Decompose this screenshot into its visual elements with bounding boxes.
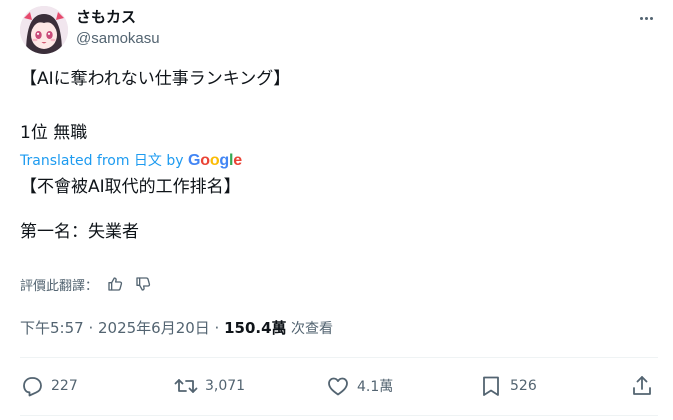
tweet-text-line: 1位 無職 xyxy=(20,123,88,143)
thumbs-down-icon xyxy=(136,277,151,291)
avatar[interactable] xyxy=(20,6,68,54)
tweet-meta: 下午5:57 · 2025年6月20日 · 150.4萬 次查看 xyxy=(20,318,333,339)
anime-girl-avatar-icon xyxy=(20,6,68,54)
bookmark-icon xyxy=(483,376,499,396)
action-bar: 227 3,071 4.1萬 526 xyxy=(20,370,660,402)
reply-button[interactable]: 227 xyxy=(20,370,78,402)
heart-icon xyxy=(328,377,348,396)
views-label: 次查看 xyxy=(286,321,334,337)
translated-text-line: 【不會被AI取代的工作排名】 xyxy=(20,177,241,197)
views-count: 150.4萬 xyxy=(224,319,287,337)
more-dot-icon xyxy=(649,16,653,20)
more-dot-icon xyxy=(639,16,643,20)
share-button[interactable] xyxy=(630,370,654,402)
reply-icon xyxy=(23,377,42,397)
share-icon xyxy=(633,376,651,395)
translated-text-line: 第一名：失業者 xyxy=(20,222,139,242)
google-logo: Google xyxy=(188,152,242,169)
divider xyxy=(20,357,658,358)
repost-button[interactable]: 3,071 xyxy=(174,370,245,402)
reply-count: 227 xyxy=(51,378,78,394)
translated-from-label: Translated from 日文 by xyxy=(20,153,184,169)
translation-attribution[interactable]: Translated from 日文 by Google xyxy=(20,152,242,170)
like-button[interactable]: 4.1萬 xyxy=(326,370,393,402)
like-count: 4.1萬 xyxy=(357,379,394,395)
rating-label: 評價此翻譯： xyxy=(20,278,99,294)
repost-icon xyxy=(174,379,198,393)
author-info: さもカス @samokasu xyxy=(76,7,160,49)
bookmark-button[interactable]: 526 xyxy=(479,370,537,402)
tweet-text-line: 【AIに奪われない仕事ランキング】 xyxy=(20,69,291,89)
author-handle[interactable]: @samokasu xyxy=(76,29,160,49)
bookmark-count: 526 xyxy=(510,378,537,394)
thumbs-up-button[interactable] xyxy=(104,274,126,294)
divider xyxy=(20,415,658,416)
thumbs-up-icon xyxy=(108,277,123,291)
more-options-button[interactable] xyxy=(634,8,658,28)
thumbs-down-button[interactable] xyxy=(132,274,154,294)
translation-rating: 評價此翻譯： xyxy=(20,274,154,294)
more-dot-icon xyxy=(644,16,648,20)
timestamp[interactable]: 下午5:57 · 2025年6月20日 · xyxy=(20,319,224,337)
repost-count: 3,071 xyxy=(205,378,246,394)
author-display-name[interactable]: さもカス xyxy=(76,7,160,27)
